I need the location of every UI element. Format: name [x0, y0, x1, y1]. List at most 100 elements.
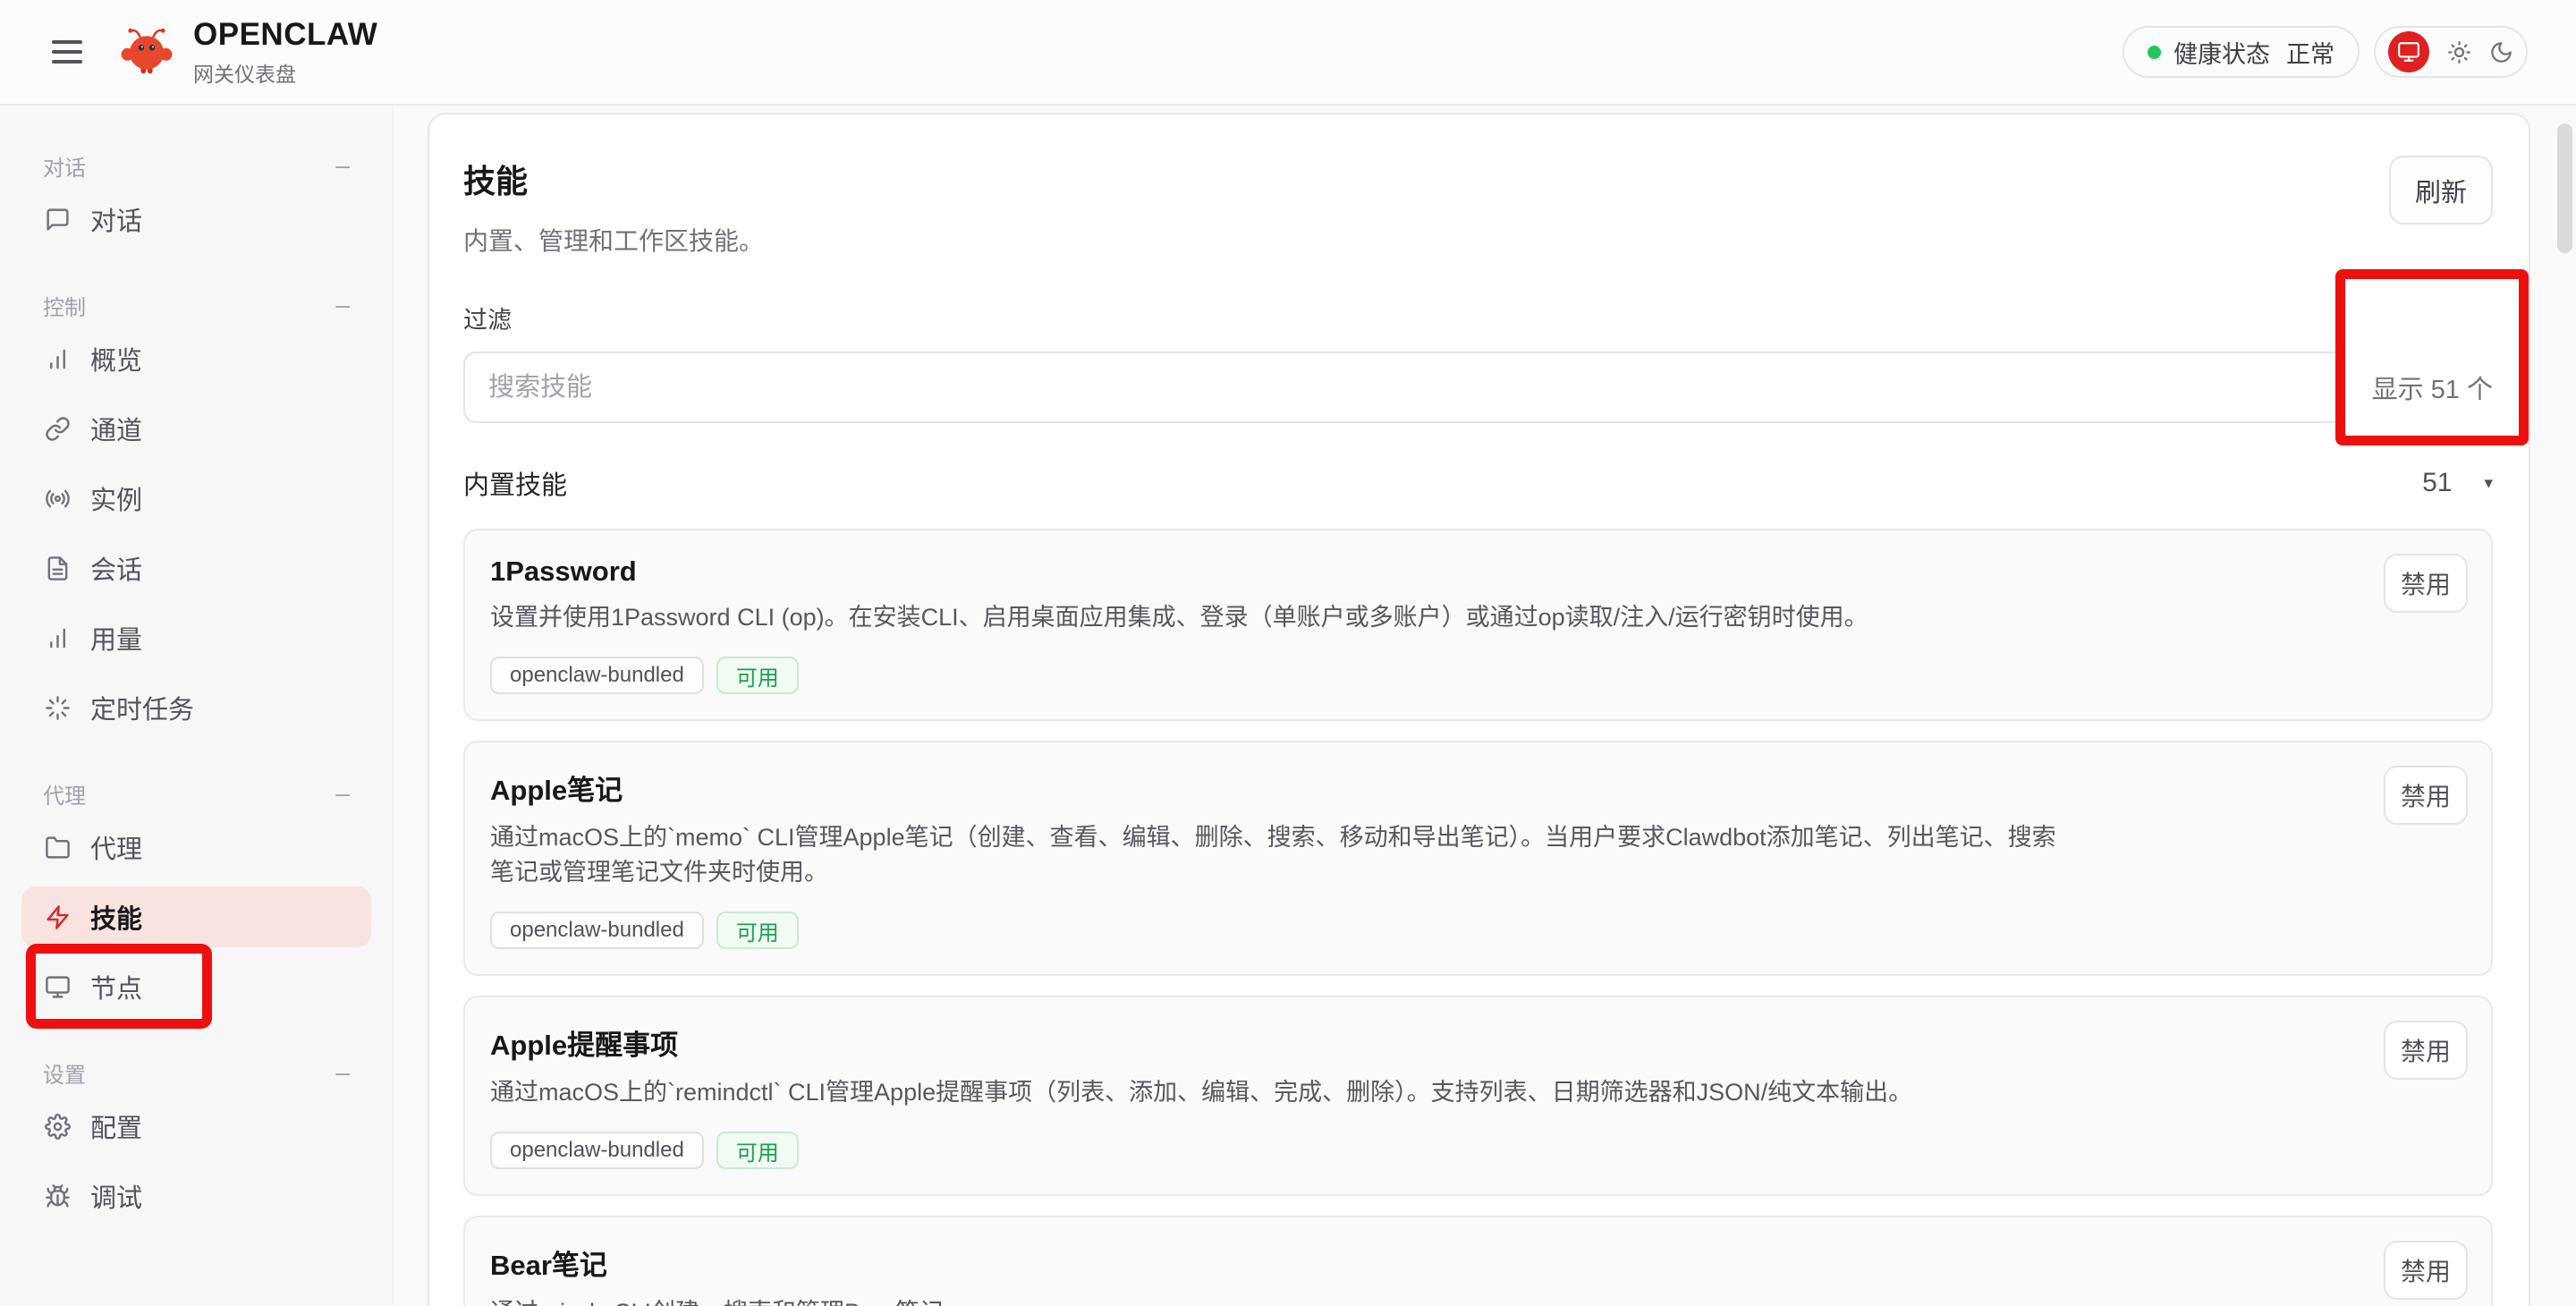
openclaw-logo-icon [120, 27, 174, 77]
skill-card: Bear笔记 通过grizzly CLI创建、搜索和管理Bear笔记。 open… [463, 1216, 2493, 1306]
sidebar-item-实例[interactable]: 实例 [0, 463, 393, 533]
sidebar-section: 设置 – 配置调试 [0, 1054, 393, 1231]
page-subtitle: 内置、管理和工作区技能。 [463, 222, 764, 258]
sidebar-item-配置[interactable]: 配置 [0, 1091, 393, 1161]
moon-icon [2489, 40, 2513, 64]
sidebar-item-label: 定时任务 [90, 689, 194, 726]
bug-icon [45, 1183, 71, 1209]
menu-toggle-icon[interactable] [52, 40, 82, 64]
file-text-icon [45, 555, 71, 581]
disable-skill-button[interactable]: 禁用 [2384, 1241, 2468, 1300]
search-input[interactable] [463, 352, 2345, 423]
bar-chart-icon [45, 346, 71, 372]
sidebar-item-label: 会话 [90, 549, 142, 587]
sidebar: 对话 – 对话控制 – 概览通道实例会话用量定时任务代理 – 代理技能节点设置 – 配置调试 [0, 107, 394, 1306]
sidebar-section-label: 控制 [43, 290, 86, 321]
status-badge: 可用 [716, 657, 799, 694]
filter-label: 过滤 [463, 301, 2493, 335]
sidebar-section: 代理 – 代理技能节点 [0, 775, 393, 1022]
sidebar-item-对话[interactable]: 对话 [0, 184, 393, 254]
refresh-button[interactable]: 刷新 [2389, 156, 2493, 225]
bundle-badge: openclaw-bundled [490, 657, 704, 694]
skill-name: Apple提醒事项 [490, 1022, 2466, 1063]
sidebar-item-用量[interactable]: 用量 [0, 603, 393, 673]
health-label: 健康状态 [2174, 35, 2270, 70]
folder-icon [45, 835, 71, 861]
sidebar-item-label: 配置 [90, 1107, 142, 1145]
theme-dark-button[interactable] [2489, 40, 2513, 64]
skills-panel: 技能 内置、管理和工作区技能。 刷新 过滤 显示 51 个 内置技能 51 ▾ … [428, 113, 2530, 1306]
header: OPENCLAW 网关仪表盘 健康状态 正常 [0, 0, 2576, 106]
monitor-icon [2397, 40, 2420, 64]
sidebar-item-代理[interactable]: 代理 [0, 812, 393, 882]
skill-description: 通过macOS上的`remindctl` CLI管理Apple提醒事项（列表、添… [490, 1075, 2064, 1110]
brand: OPENCLAW 网关仪表盘 [120, 17, 377, 88]
sun-icon [2447, 40, 2471, 64]
theme-switcher [2374, 26, 2528, 78]
sidebar-section-label: 代理 [43, 778, 86, 810]
scrollbar-thumb[interactable] [2557, 123, 2572, 253]
sidebar-item-label: 调试 [90, 1177, 142, 1215]
skill-name: Bear笔记 [490, 1242, 2466, 1283]
sidebar-item-label: 节点 [90, 968, 142, 1005]
status-badge: 可用 [716, 1132, 799, 1169]
page-title: 技能 [463, 156, 764, 202]
bundle-badge: openclaw-bundled [490, 1132, 704, 1169]
builtin-skills-label: 内置技能 [463, 464, 567, 502]
app-subtitle: 网关仪表盘 [193, 57, 377, 88]
monitor-icon [45, 974, 71, 1000]
theme-system-button[interactable] [2388, 31, 2429, 72]
sidebar-item-label: 代理 [90, 828, 142, 866]
sidebar-section: 对话 – 对话 [0, 147, 393, 254]
sidebar-item-技能[interactable]: 技能 [0, 882, 393, 952]
sidebar-section: 控制 – 概览通道实例会话用量定时任务 [0, 286, 393, 742]
sidebar-item-label: 对话 [90, 200, 142, 238]
shown-count-label: 显示 51 个 [2372, 369, 2493, 406]
page-size-value: 51 [2422, 468, 2452, 498]
sidebar-section-label: 设置 [43, 1057, 86, 1089]
sidebar-item-节点[interactable]: 节点 [0, 952, 393, 1022]
skill-card: 1Password 设置并使用1Password CLI (op)。在安装CLI… [463, 529, 2493, 721]
collapse-section-icon[interactable]: – [335, 151, 350, 180]
skill-description: 通过macOS上的`memo` CLI管理Apple笔记（创建、查看、编辑、删除… [490, 820, 2064, 890]
active-item-highlight [21, 886, 371, 947]
sidebar-item-label: 技能 [90, 898, 142, 936]
page-size-select[interactable]: 51 ▾ [2422, 468, 2493, 498]
sidebar-item-会话[interactable]: 会话 [0, 533, 393, 603]
skill-description: 通过grizzly CLI创建、搜索和管理Bear笔记。 [490, 1295, 2064, 1306]
app-title: OPENCLAW [193, 17, 377, 53]
main-area: 技能 内置、管理和工作区技能。 刷新 过滤 显示 51 个 内置技能 51 ▾ … [394, 107, 2576, 1306]
skill-name: Apple笔记 [490, 767, 2466, 808]
skill-description: 设置并使用1Password CLI (op)。在安装CLI、启用桌面应用集成、… [490, 600, 2064, 635]
sidebar-item-通道[interactable]: 通道 [0, 394, 393, 463]
collapse-section-icon[interactable]: – [335, 291, 350, 319]
disable-skill-button[interactable]: 禁用 [2384, 1021, 2468, 1080]
sidebar-item-概览[interactable]: 概览 [0, 324, 393, 394]
chevron-down-icon: ▾ [2484, 473, 2493, 494]
sidebar-item-label: 概览 [90, 340, 142, 377]
disable-skill-button[interactable]: 禁用 [2384, 766, 2468, 825]
sidebar-section-label: 对话 [43, 150, 86, 182]
bar-chart-icon [45, 625, 71, 651]
sidebar-item-调试[interactable]: 调试 [0, 1161, 393, 1231]
radio-icon [45, 486, 71, 512]
sidebar-item-label: 用量 [90, 619, 142, 657]
skill-card: Apple笔记 通过macOS上的`memo` CLI管理Apple笔记（创建、… [463, 741, 2493, 976]
sidebar-item-label: 实例 [90, 479, 142, 517]
zap-icon [45, 904, 71, 930]
theme-light-button[interactable] [2447, 40, 2471, 64]
gear-icon [45, 1114, 71, 1140]
sidebar-item-定时任务[interactable]: 定时任务 [0, 673, 393, 742]
collapse-section-icon[interactable]: – [335, 1058, 350, 1087]
sidebar-item-label: 通道 [90, 410, 142, 447]
chat-icon [45, 207, 71, 233]
health-status-badge: 健康状态 正常 [2123, 26, 2360, 78]
health-value: 正常 [2286, 35, 2334, 70]
health-dot-icon [2148, 46, 2161, 59]
skill-card: Apple提醒事项 通过macOS上的`remindctl` CLI管理Appl… [463, 996, 2493, 1196]
collapse-section-icon[interactable]: – [335, 779, 350, 808]
link-icon [45, 416, 71, 442]
disable-skill-button[interactable]: 禁用 [2384, 554, 2468, 613]
loader-icon [45, 695, 71, 721]
status-badge: 可用 [716, 912, 799, 949]
